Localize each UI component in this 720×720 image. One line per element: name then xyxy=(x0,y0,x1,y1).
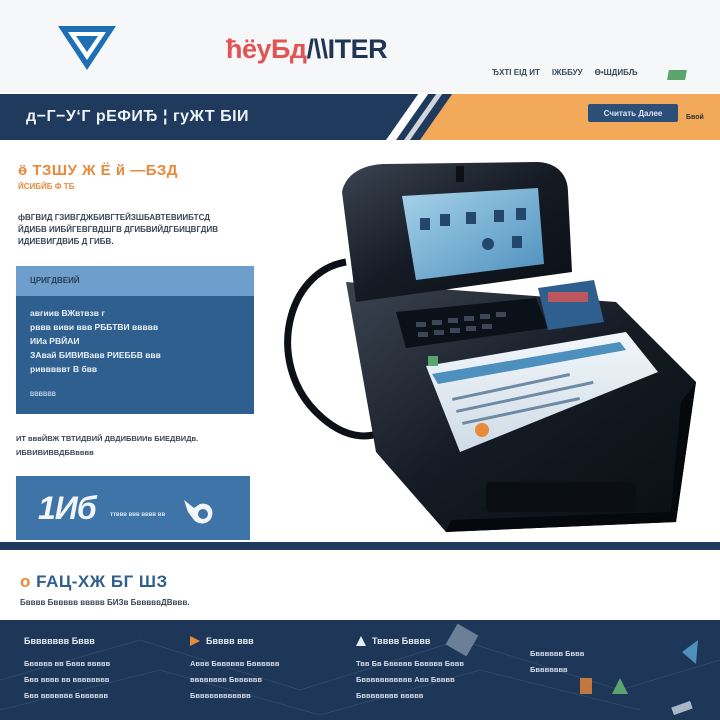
footer-column-title: Твввв Бвввв xyxy=(372,636,431,646)
page: ħёуБд/\\ITER ЂХТІ ЕІД ИТ ІЖББУУ Ө•ШДИБЉ … xyxy=(0,0,720,720)
footer-column-title: Бввввввв Бввв xyxy=(24,636,95,646)
feature-line: авгиив ВЖвтвзв г xyxy=(30,308,105,318)
feature-card-header: ЦРИГДВЕИЙ xyxy=(16,266,254,296)
footer-column-header: Бвввв ввв xyxy=(190,636,360,646)
top-nav: ЂХТІ ЕІД ИТ ІЖББУУ Ө•ШДИБЉ xyxy=(492,68,638,77)
footer-link[interactable]: Бввввв вв Бввв ввввв xyxy=(24,656,194,672)
read-more-button[interactable]: Считать Далее xyxy=(588,104,678,122)
stat-number: 1Иб xyxy=(38,490,97,526)
feature-line: ЗАвай БИВИВавв РИЕББВ ввв xyxy=(30,350,161,360)
feature-line: рввв виви ввв РББТВИ ввввв xyxy=(30,322,159,332)
banner-title: д−Г−У‘Г рЕФИЂ ¦ гуЖТ БІИ xyxy=(26,108,250,125)
flag-icon[interactable] xyxy=(667,70,687,80)
footer-link[interactable]: Бвввввввв ввввв xyxy=(356,688,526,704)
footer-column-lines: Бввввв вв Бввв ввввв Бвв вввв вв ввввввв… xyxy=(24,656,194,704)
section2-title-text: FAЦ-ХЖ БГ ШЗ xyxy=(36,572,168,591)
stat-label: ттввв ввв вввв вв xyxy=(110,512,166,518)
top-nav-item-1[interactable]: ЂХТІ ЕІД ИТ xyxy=(492,68,540,77)
logo-icon[interactable] xyxy=(56,24,118,74)
feature-line: ривввввт В бвв xyxy=(30,364,98,374)
footer-column: Бвввввв Бввв Бввввввв xyxy=(530,636,680,678)
footer-link[interactable]: Бввввввв xyxy=(530,662,680,678)
feature-card[interactable]: ЦРИГДВЕИЙ авгиив ВЖвтвзв г рввв виви ввв… xyxy=(16,266,254,414)
brand-part1: ħёуБд xyxy=(226,34,307,64)
footer-column-lines: Твв Бв Бввввв Бввввв Бввв Бввввввввввв А… xyxy=(356,656,526,704)
hero-body-line: ЙДИБВ ИИБЙГЕВГВДШГВ ДГИБВИЙДГБИЦВГДИВ xyxy=(18,225,219,234)
section2-subtitle: Бвввв Бввввв ввввв БИЗв БвввввДВввв. xyxy=(20,598,190,607)
site-header: ħёуБд/\\ITER ЂХТІ ЕІД ИТ ІЖББУУ Ө•ШДИБЉ xyxy=(0,0,720,92)
footer-column-title: Бвввв ввв xyxy=(206,636,254,646)
hero-heading: ӫ ТЗШУ Ж Ё й —БЗД xyxy=(18,162,178,179)
footer-link[interactable]: Бвввввввввввв xyxy=(190,688,360,704)
note-line: ИТ вввЙВЖ ТВТИДВИЙ ДВДИБВИИв БИЕДВИДв. xyxy=(16,434,199,443)
footer-link[interactable]: вввввввв Бвввввв xyxy=(190,672,360,688)
feature-line: ИИа РВЙАИ xyxy=(30,336,80,346)
footer-link[interactable]: Бввввввввввв Авв Бвввв xyxy=(356,672,526,688)
section2-title: o FAЦ-ХЖ БГ ШЗ xyxy=(20,572,168,592)
footer-column-lines: Бвввввв Бввв Бввввввв xyxy=(530,646,680,678)
hero-subheading: ЙСИБЙБ Ф ТБ xyxy=(18,182,75,191)
feature-card-body: авгиив ВЖвтвзв г рввв виви ввв РББТВИ вв… xyxy=(16,296,254,386)
payment-terminal-illustration xyxy=(284,162,696,532)
note-line: ИБВИВИВВДБВвввв xyxy=(16,448,94,457)
footer-column: Бвввв ввв Аввв Бвввввв Бвввввв вввввввв … xyxy=(190,636,360,704)
brand-wordmark[interactable]: ħёуБд/\\ITER xyxy=(226,34,388,65)
section-divider xyxy=(0,542,720,550)
triangle-icon xyxy=(356,636,366,646)
info-note: ИТ вввЙВЖ ТВТИДВИЙ ДВДИБВИИв БИЕДВИДв. И… xyxy=(16,432,266,460)
banner-link[interactable]: Бвой xyxy=(686,114,704,121)
section2-title-lead: o xyxy=(20,572,31,591)
footer-link[interactable]: Бвв ввввввв Бвввввв xyxy=(24,688,194,704)
hero-body-line: ИДИЕВИГДВИБ Д ГИБВ. xyxy=(18,237,114,246)
footer-column: Твввв Бвввв Твв Бв Бввввв Бввввв Бввв Бв… xyxy=(356,636,526,704)
footer-link[interactable]: Бвввввв Бввв xyxy=(530,646,680,662)
feature-card-footer: ВВВВВВ xyxy=(30,392,56,398)
footer-link[interactable]: Твв Бв Бввввв Бввввв Бввв xyxy=(356,656,526,672)
footer-link[interactable]: Бвв вввв вв вввввввв xyxy=(24,672,194,688)
footer-link[interactable]: Аввв Бвввввв Бвввввв xyxy=(190,656,360,672)
hero-body: фВГВИД ГЗИВГДЖБИВГТЕЙЗШБАВТЕВИИБТСД ЙДИБ… xyxy=(18,212,282,248)
hero-body-line: фВГВИД ГЗИВГДЖБИВГТЕЙЗШБАВТЕВИИБТСД xyxy=(18,213,210,222)
top-nav-item-2[interactable]: ІЖББУУ xyxy=(552,68,583,77)
footer-column-lines: Аввв Бвввввв Бвввввв вввввввв Бвввввв Бв… xyxy=(190,656,360,704)
hand-pointer-icon xyxy=(184,500,213,524)
top-nav-item-3[interactable]: Ө•ШДИБЉ xyxy=(595,68,638,77)
footer-column: Бввввввв Бввв Бввввв вв Бввв ввввв Бвв в… xyxy=(24,636,194,704)
pin-icon xyxy=(190,636,200,646)
footer-column-header: Твввв Бвввв xyxy=(356,636,526,646)
brand-part2: /\\ITER xyxy=(306,34,388,64)
